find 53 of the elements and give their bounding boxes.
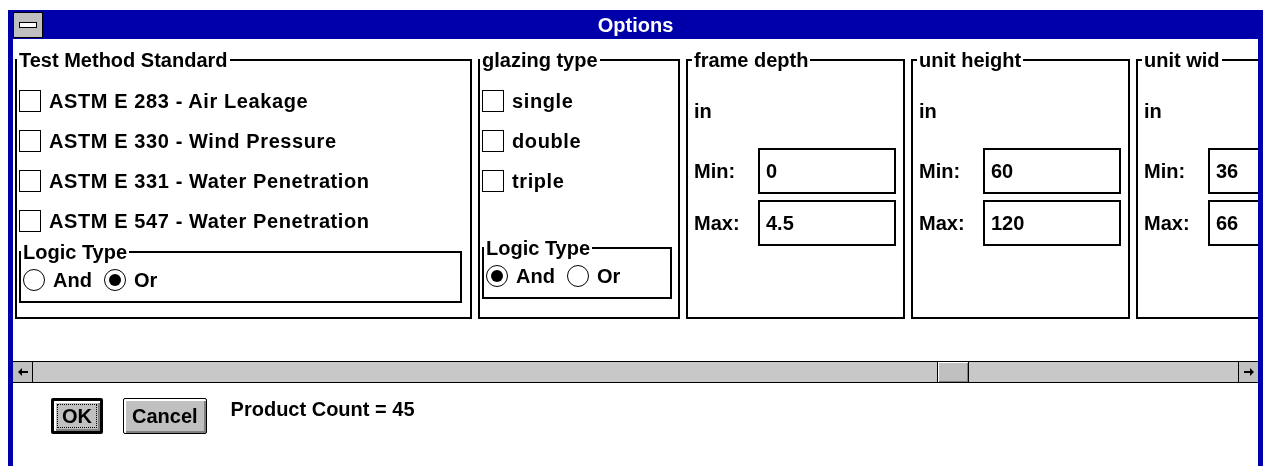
group-title: unit height — [918, 49, 1023, 71]
unit-label: in — [919, 99, 938, 124]
min-label: Min: — [694, 159, 737, 184]
product-count-text: Product Count = 45 — [230, 397, 415, 422]
dialog-button[interactable]: OK — [51, 398, 103, 434]
group-title: Test Method Standard — [18, 49, 229, 71]
dialog-button[interactable]: Cancel — [123, 398, 207, 434]
checkbox[interactable] — [19, 210, 41, 232]
left-arrow-icon — [17, 368, 28, 376]
checkbox[interactable] — [482, 170, 504, 192]
min-input-field[interactable]: 0 — [758, 148, 896, 194]
radio-label: Or — [596, 264, 621, 289]
max-input-field[interactable]: 4.5 — [758, 200, 896, 246]
max-label: Max: — [1144, 211, 1191, 236]
checkbox[interactable] — [19, 170, 41, 192]
radio-label: Or — [133, 268, 158, 293]
unit-label: in — [694, 99, 713, 124]
max-label: Max: — [919, 211, 966, 236]
checkbox-label: triple — [512, 169, 565, 194]
radio-label: And — [53, 268, 92, 293]
group-title: Logic Type — [22, 241, 129, 263]
checkbox-label: ASTM E 330 - Wind Pressure — [49, 129, 337, 154]
unit-label: in — [1144, 99, 1163, 124]
radio-label: And — [516, 264, 555, 289]
radio-button[interactable] — [486, 265, 508, 287]
max-label: Max: — [694, 211, 741, 236]
group-title: frame depth — [693, 49, 810, 71]
checkbox-label: ASTM E 331 - Water Penetration — [49, 169, 370, 194]
scrollbar-thumb[interactable] — [936, 362, 969, 382]
system-menu-button[interactable] — [13, 12, 43, 38]
checkbox[interactable] — [482, 90, 504, 112]
min-input-field[interactable]: 60 — [983, 148, 1121, 194]
radio-button[interactable] — [103, 269, 126, 291]
checkbox-label: single — [512, 89, 574, 114]
radio-button[interactable] — [23, 269, 45, 291]
min-input-field[interactable]: 36 — [1208, 148, 1258, 194]
checkbox[interactable] — [19, 130, 41, 152]
max-input-field[interactable]: 120 — [983, 200, 1121, 246]
checkbox-label: double — [512, 129, 582, 154]
group-title: Logic Type — [485, 237, 592, 259]
max-input-field[interactable]: 66 — [1208, 200, 1258, 246]
checkbox[interactable] — [19, 90, 41, 112]
minus-icon — [19, 22, 37, 28]
group-title: glazing type — [481, 49, 599, 71]
checkbox[interactable] — [482, 130, 504, 152]
right-arrow-icon — [1243, 368, 1254, 376]
window-title: Options — [596, 13, 675, 38]
checkbox-label: ASTM E 547 - Water Penetration — [49, 209, 370, 234]
group-title: unit wid — [1143, 49, 1221, 71]
min-label: Min: — [919, 159, 962, 184]
min-label: Min: — [1144, 159, 1187, 184]
checkbox-label: ASTM E 283 - Air Leakage — [49, 89, 309, 114]
radio-button[interactable] — [566, 265, 589, 287]
